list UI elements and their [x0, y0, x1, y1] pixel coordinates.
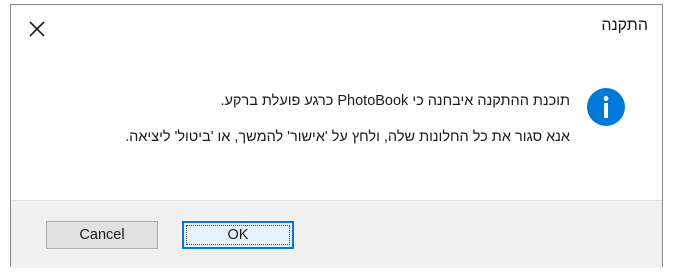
installer-dialog: התקנה תוכנת ההתקנה איבחנה כי PhotoBook כ…: [10, 4, 663, 268]
close-icon: [29, 21, 45, 37]
dialog-title: התקנה: [601, 17, 648, 34]
cancel-button[interactable]: Cancel: [46, 221, 158, 249]
info-icon: [587, 88, 625, 126]
message-detected: תוכנת ההתקנה איבחנה כי PhotoBook כרגע פו…: [220, 93, 570, 109]
ok-button-label: OK: [227, 227, 249, 243]
dialog-content: תוכנת ההתקנה איבחנה כי PhotoBook כרגע פו…: [11, 53, 662, 198]
button-bar: Cancel OK: [11, 200, 662, 268]
message-instructions: אנא סגור את כל החלונות שלה, ולחץ על 'איש…: [125, 129, 570, 145]
close-button[interactable]: [23, 15, 51, 43]
ok-button[interactable]: OK: [182, 221, 294, 249]
title-bar: התקנה: [11, 5, 662, 53]
